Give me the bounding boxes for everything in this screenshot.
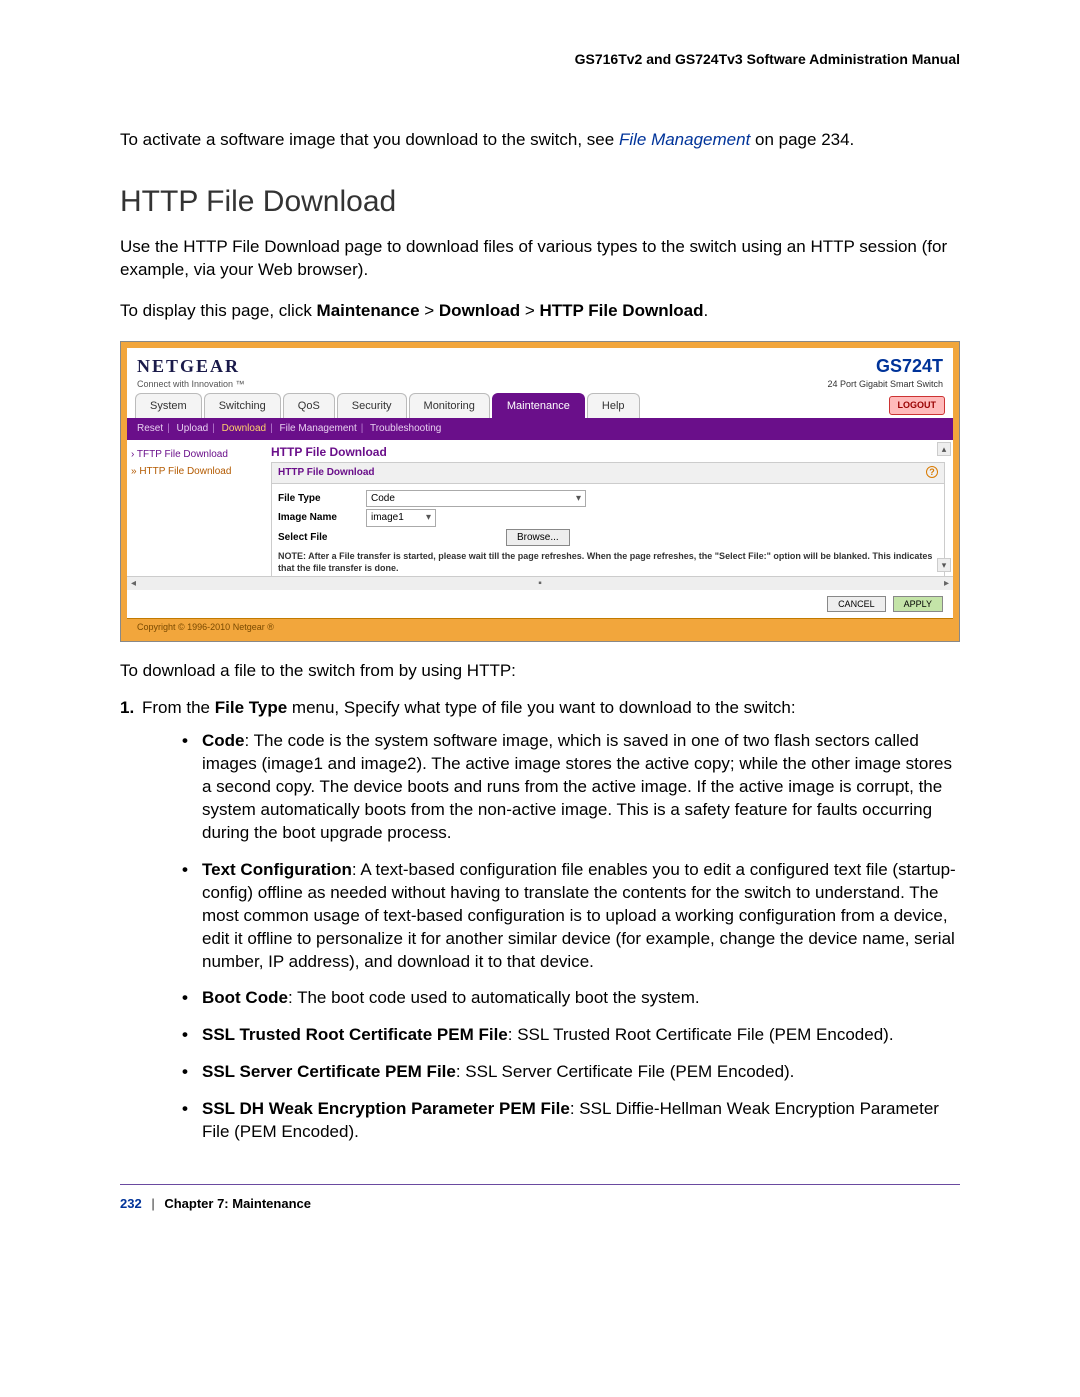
bullet-code-label: Code bbox=[202, 731, 245, 750]
nav-post: . bbox=[704, 301, 709, 320]
tab-system[interactable]: System bbox=[135, 393, 202, 419]
embedded-screenshot: NETGEAR Connect with Innovation ™ GS724T… bbox=[120, 341, 960, 642]
nav-instruction: To display this page, click Maintenance … bbox=[120, 300, 960, 323]
subnav-download[interactable]: Download bbox=[222, 423, 266, 434]
tab-monitoring[interactable]: Monitoring bbox=[409, 393, 490, 419]
sidebar-tftp-download[interactable]: › TFTP File Download bbox=[131, 446, 263, 464]
bullet-sslserver-label: SSL Server Certificate PEM File bbox=[202, 1062, 456, 1081]
image-name-select[interactable]: image1 bbox=[366, 509, 436, 527]
bullet-sslserver-text: : SSL Server Certificate File (PEM Encod… bbox=[456, 1062, 795, 1081]
nav-s1: > bbox=[420, 301, 439, 320]
select-file-label: Select File bbox=[278, 531, 358, 545]
bullet-textcfg-label: Text Configuration bbox=[202, 860, 352, 879]
scroll-right-icon[interactable]: ▸ bbox=[944, 577, 949, 591]
main-tabs: System Switching QoS Security Monitoring… bbox=[127, 393, 953, 419]
tab-security[interactable]: Security bbox=[337, 393, 407, 419]
tab-switching[interactable]: Switching bbox=[204, 393, 281, 419]
bullet-ssl-dh: SSL DH Weak Encryption Parameter PEM Fil… bbox=[182, 1098, 960, 1144]
left-sidebar: › TFTP File Download » HTTP File Downloa… bbox=[127, 440, 267, 590]
intro-text-after: on page 234. bbox=[750, 130, 854, 149]
bullet-boot-code: Boot Code: The boot code used to automat… bbox=[182, 987, 960, 1010]
file-management-link[interactable]: File Management bbox=[619, 130, 750, 149]
help-icon[interactable]: ? bbox=[926, 466, 938, 478]
brand-logo: NETGEAR bbox=[137, 354, 245, 378]
bullet-ssl-server: SSL Server Certificate PEM File: SSL Ser… bbox=[182, 1061, 960, 1084]
browse-button[interactable]: Browse... bbox=[506, 529, 570, 547]
step-1-bold: File Type bbox=[215, 698, 287, 717]
page-number: 232 bbox=[120, 1196, 142, 1211]
nav-b3: HTTP File Download bbox=[540, 301, 704, 320]
nav-b1: Maintenance bbox=[317, 301, 420, 320]
step-1-number: 1. bbox=[120, 697, 142, 720]
sidebar-http-download[interactable]: » HTTP File Download bbox=[131, 463, 263, 481]
logout-button[interactable]: LOGOUT bbox=[889, 396, 946, 414]
section-heading: HTTP File Download bbox=[120, 182, 960, 223]
manual-title: GS716Tv2 and GS724Tv3 Software Administr… bbox=[120, 50, 960, 69]
file-type-label: File Type bbox=[278, 492, 358, 506]
bullet-text-config: Text Configuration: A text-based configu… bbox=[182, 859, 960, 974]
transfer-note: NOTE: After a File transfer is started, … bbox=[278, 550, 938, 574]
brand-tagline: Connect with Innovation ™ bbox=[137, 378, 245, 390]
page-footer: 232 | Chapter 7: Maintenance bbox=[120, 1184, 960, 1213]
model-block: GS724T 24 Port Gigabit Smart Switch bbox=[827, 354, 943, 390]
bullet-sslroot-text: : SSL Trusted Root Certificate File (PEM… bbox=[508, 1025, 894, 1044]
cancel-button[interactable]: CANCEL bbox=[827, 596, 886, 612]
nav-b2: Download bbox=[439, 301, 520, 320]
tab-help[interactable]: Help bbox=[587, 393, 640, 419]
step-1-post: menu, Specify what type of file you want… bbox=[287, 698, 795, 717]
intro-paragraph: To activate a software image that you do… bbox=[120, 129, 960, 152]
tab-qos[interactable]: QoS bbox=[283, 393, 335, 419]
scroll-down-icon[interactable]: ▾ bbox=[937, 558, 951, 572]
bullet-sslroot-label: SSL Trusted Root Certificate PEM File bbox=[202, 1025, 508, 1044]
panel-main-title: HTTP File Download bbox=[271, 444, 945, 460]
action-bar: CANCEL APPLY bbox=[127, 590, 953, 618]
copyright-text: Copyright © 1996-2010 Netgear ® bbox=[127, 618, 953, 635]
subnav-upload[interactable]: Upload bbox=[177, 423, 209, 434]
step-1: 1.From the File Type menu, Specify what … bbox=[142, 697, 960, 1144]
file-type-select[interactable]: Code bbox=[366, 490, 586, 508]
nav-pre: To display this page, click bbox=[120, 301, 317, 320]
subnav-file-management[interactable]: File Management bbox=[279, 423, 356, 434]
download-intro: To download a file to the switch from by… bbox=[120, 660, 960, 683]
sub-nav: Reset| Upload| Download| File Management… bbox=[127, 418, 953, 440]
bullet-boot-text: : The boot code used to automatically bo… bbox=[288, 988, 700, 1007]
model-number: GS724T bbox=[827, 354, 943, 378]
subnav-troubleshooting[interactable]: Troubleshooting bbox=[370, 423, 441, 434]
step-1-pre: From the bbox=[142, 698, 215, 717]
chapter-label: Chapter 7: Maintenance bbox=[164, 1196, 311, 1211]
model-desc: 24 Port Gigabit Smart Switch bbox=[827, 378, 943, 390]
panel-heading: HTTP File Download bbox=[278, 466, 374, 480]
logo-block: NETGEAR Connect with Innovation ™ bbox=[137, 354, 245, 390]
scroll-up-icon[interactable]: ▴ bbox=[937, 442, 951, 456]
footer-sep: | bbox=[151, 1196, 154, 1211]
intro-text-before: To activate a software image that you do… bbox=[120, 130, 619, 149]
bullet-code-text: : The code is the system software image,… bbox=[202, 731, 952, 842]
http-download-panel: HTTP File Download ? File Type Code Imag… bbox=[271, 462, 945, 579]
subnav-reset[interactable]: Reset bbox=[137, 423, 163, 434]
image-name-label: Image Name bbox=[278, 511, 358, 525]
tab-maintenance[interactable]: Maintenance bbox=[492, 393, 585, 419]
bullet-ssl-root: SSL Trusted Root Certificate PEM File: S… bbox=[182, 1024, 960, 1047]
bullet-boot-label: Boot Code bbox=[202, 988, 288, 1007]
apply-button[interactable]: APPLY bbox=[893, 596, 943, 612]
bullet-code: Code: The code is the system software im… bbox=[182, 730, 960, 845]
nav-s2: > bbox=[520, 301, 539, 320]
bullet-ssldh-label: SSL DH Weak Encryption Parameter PEM Fil… bbox=[202, 1099, 570, 1118]
scroll-thumb[interactable]: ▪ bbox=[136, 577, 944, 591]
description-p1: Use the HTTP File Download page to downl… bbox=[120, 236, 960, 282]
